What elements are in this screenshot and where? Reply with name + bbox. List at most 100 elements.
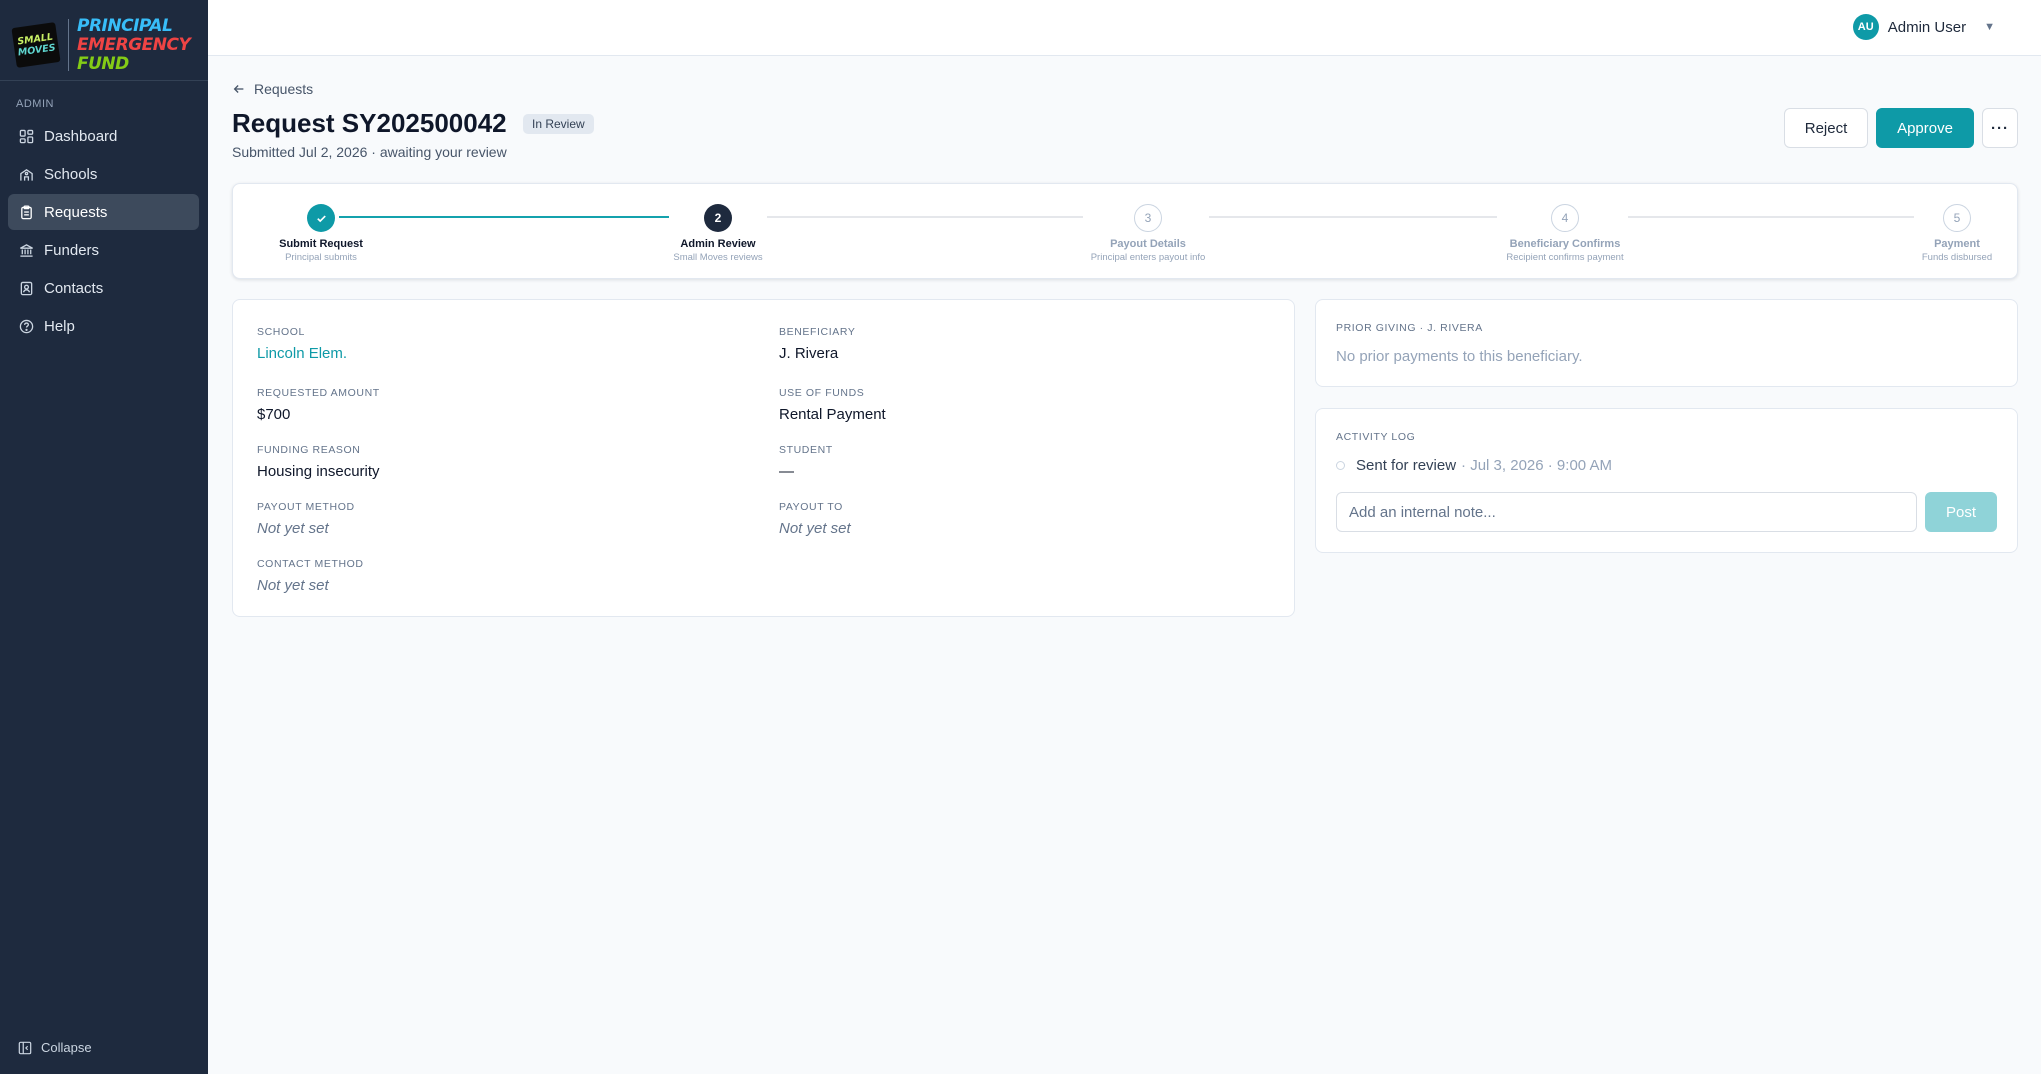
post-note-button[interactable]: Post: [1925, 492, 1997, 532]
reject-button[interactable]: Reject: [1784, 108, 1868, 148]
page-subtitle: Submitted Jul 2, 2026 · awaiting your re…: [232, 144, 507, 160]
logo-divider: [68, 19, 69, 71]
contact-book-icon: [19, 281, 34, 296]
field-value: Not yet set: [257, 577, 329, 594]
status-badge: In Review: [523, 114, 594, 134]
sidebar-item-dashboard[interactable]: Dashboard: [8, 118, 199, 154]
sidebar: SMALL MOVES PRINCIPAL EMERGENCY FUND ADM…: [0, 0, 208, 1074]
field-label: FUNDING REASON: [257, 444, 361, 456]
sidebar-item-label: Requests: [44, 203, 108, 221]
sidebar-item-label: Contacts: [44, 279, 104, 297]
field-contact-method: CONTACT METHOD Not yet set: [257, 558, 364, 594]
logo-text: PRINCIPAL EMERGENCY FUND: [77, 15, 191, 74]
field-value: Rental Payment: [779, 406, 886, 423]
checkmark-icon: [316, 214, 326, 222]
back-link-label: Requests: [254, 81, 314, 97]
activity-time: · Jul 3, 2026 · 9:00 AM: [1461, 457, 1612, 474]
step-circle: [307, 204, 335, 232]
step-label: Payment: [1934, 238, 1980, 250]
step-payout-details: 3 Payout Details Principal enters payout…: [1058, 204, 1238, 263]
user-menu[interactable]: AU Admin User ▼: [1852, 14, 1995, 40]
chevron-down-icon: ▼: [1984, 21, 1995, 33]
field-label: SCHOOL: [257, 326, 305, 338]
step-label: Admin Review: [680, 238, 756, 250]
field-label: PAYOUT TO: [779, 501, 843, 513]
collapse-label: Collapse: [41, 1040, 92, 1055]
prior-giving-card: PRIOR GIVING · J. RIVERA No prior paymen…: [1315, 299, 2018, 387]
sidebar-nav: Dashboard Schools Requests Funders Conta…: [8, 118, 199, 346]
field-beneficiary: BENEFICIARY J. Rivera: [779, 326, 855, 362]
activity-log-card: ACTIVITY LOG Sent for review · Jul 3, 20…: [1315, 408, 2018, 553]
field-requested-amount: REQUESTED AMOUNT $700: [257, 387, 380, 423]
user-name: Admin User: [1887, 18, 1967, 36]
step-label: Beneficiary Confirms: [1509, 238, 1621, 250]
field-label: USE OF FUNDS: [779, 387, 865, 399]
field-student: STUDENT —: [779, 444, 833, 480]
field-value: Not yet set: [779, 520, 851, 537]
approve-button[interactable]: Approve: [1876, 108, 1974, 148]
logo-badge: SMALL MOVES: [11, 22, 61, 68]
field-value: Not yet set: [257, 520, 329, 537]
step-sublabel: Principal submits: [285, 252, 357, 263]
sidebar-divider: [0, 80, 208, 81]
school-icon: [19, 167, 34, 182]
more-options-button[interactable]: ···: [1982, 108, 2018, 148]
field-payout-to: PAYOUT TO Not yet set: [779, 501, 851, 537]
avatar: AU: [1852, 14, 1879, 40]
sidebar-item-label: Schools: [44, 165, 98, 183]
app-logo[interactable]: SMALL MOVES PRINCIPAL EMERGENCY FUND: [11, 14, 194, 76]
clipboard-icon: [19, 204, 34, 220]
top-bar: AU Admin User ▼: [208, 0, 2041, 56]
step-sublabel: Principal enters payout info: [1090, 252, 1206, 263]
field-label: STUDENT: [779, 444, 833, 456]
field-label: PAYOUT METHOD: [257, 501, 355, 513]
step-circle: 2: [704, 204, 732, 232]
field-school: SCHOOL Lincoln Elem.: [257, 326, 347, 362]
field-label: CONTACT METHOD: [257, 558, 364, 570]
field-use-of-funds: USE OF FUNDS Rental Payment: [779, 387, 886, 423]
field-funding-reason: FUNDING REASON Housing insecurity: [257, 444, 380, 480]
activity-text: Sent for review: [1356, 457, 1457, 474]
field-value: J. Rivera: [779, 345, 839, 362]
sidebar-item-schools[interactable]: Schools: [8, 156, 199, 192]
step-sublabel: Recipient confirms payment: [1506, 252, 1624, 263]
field-value: $700: [257, 406, 291, 423]
step-circle: 3: [1134, 204, 1162, 232]
sidebar-item-funders[interactable]: Funders: [8, 232, 199, 268]
step-beneficiary-confirms: 4 Beneficiary Confirms Recipient confirm…: [1475, 204, 1655, 263]
help-circle-icon: [19, 319, 34, 334]
field-payout-method: PAYOUT METHOD Not yet set: [257, 501, 355, 537]
step-connector: [767, 216, 1083, 218]
card-title: PRIOR GIVING · J. RIVERA: [1336, 322, 1483, 334]
step-circle: 5: [1943, 204, 1971, 232]
sidebar-item-help[interactable]: Help: [8, 308, 199, 344]
sidebar-item-contacts[interactable]: Contacts: [8, 270, 199, 306]
progress-stepper: Submit Request Principal submits 2 Admin…: [232, 183, 2018, 279]
dashboard-icon: [19, 129, 34, 144]
internal-note-input[interactable]: [1336, 492, 1917, 532]
back-to-requests-link[interactable]: Requests: [232, 81, 313, 97]
sidebar-collapse-icon: [18, 1041, 32, 1054]
step-label: Payout Details: [1110, 238, 1186, 250]
field-label: REQUESTED AMOUNT: [257, 387, 380, 399]
step-sublabel: Funds disbursed: [1921, 252, 1993, 263]
sidebar-item-label: Dashboard: [44, 127, 118, 145]
step-submit-request: Submit Request Principal submits: [231, 204, 411, 263]
activity-entry: Sent for review · Jul 3, 2026 · 9:00 AM: [1336, 457, 1612, 474]
step-circle: 4: [1551, 204, 1579, 232]
page-title: Request SY202500042: [232, 108, 507, 138]
sidebar-item-label: Funders: [44, 241, 100, 259]
step-payment: 5 Payment Funds disbursed: [1867, 204, 2041, 263]
field-label: BENEFICIARY: [779, 326, 856, 338]
request-details-card: SCHOOL Lincoln Elem. BENEFICIARY J. Rive…: [232, 299, 1295, 617]
sidebar-item-label: Help: [44, 317, 75, 335]
collapse-sidebar-button[interactable]: Collapse: [18, 1040, 92, 1055]
step-sublabel: Small Moves reviews: [673, 252, 763, 263]
empty-state-text: No prior payments to this beneficiary.: [1336, 348, 1583, 365]
school-link[interactable]: Lincoln Elem.: [257, 345, 347, 362]
step-admin-review: 2 Admin Review Small Moves reviews: [628, 204, 808, 263]
field-value: Housing insecurity: [257, 463, 380, 480]
arrow-left-icon: [233, 85, 244, 93]
sidebar-item-requests[interactable]: Requests: [8, 194, 199, 230]
card-title: ACTIVITY LOG: [1336, 431, 1416, 443]
